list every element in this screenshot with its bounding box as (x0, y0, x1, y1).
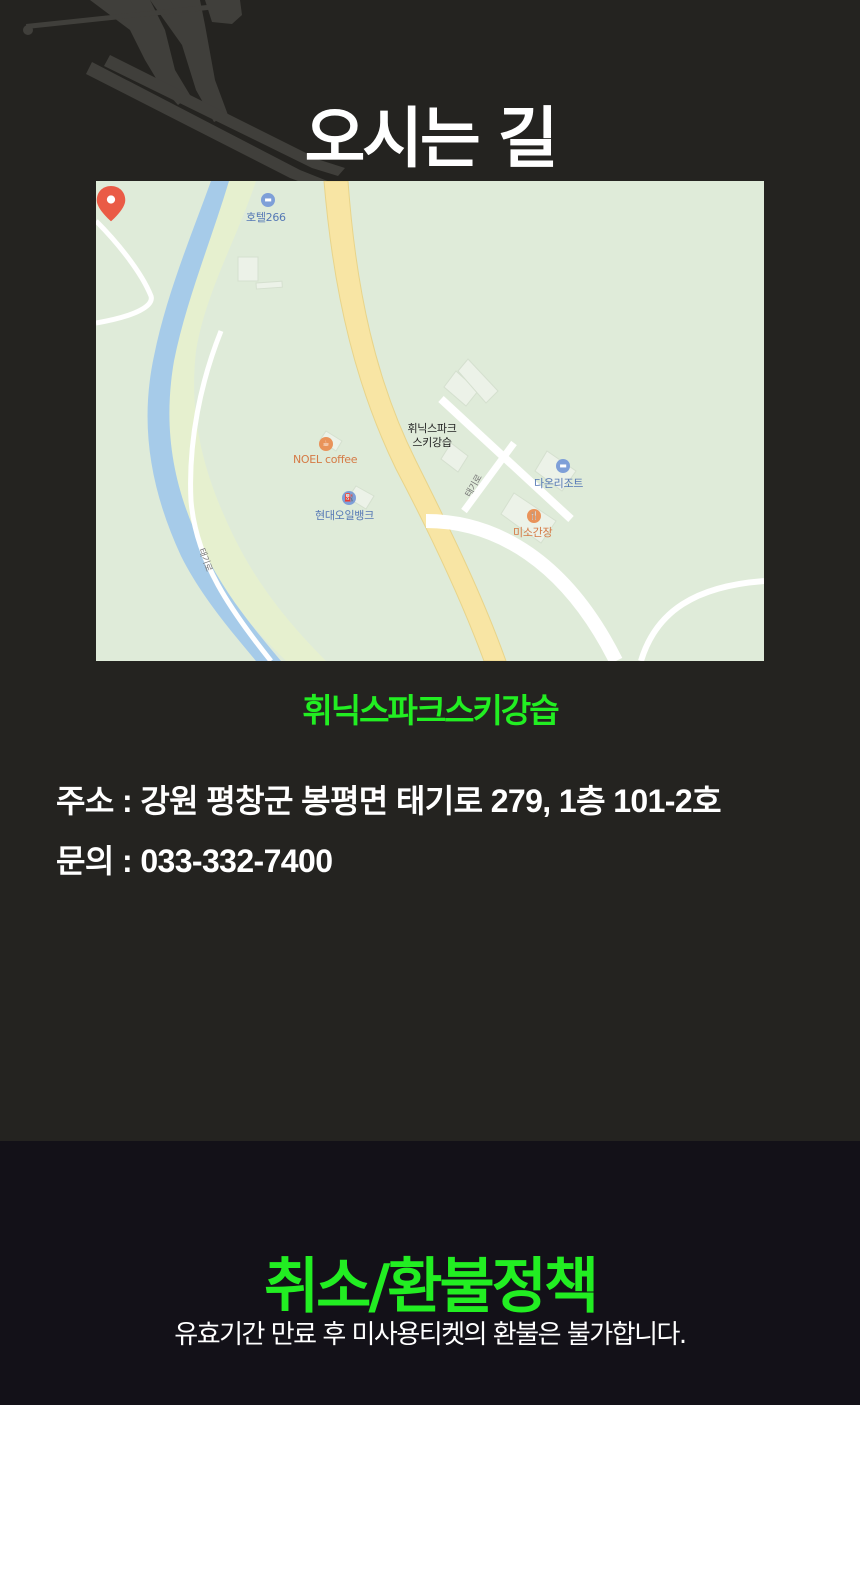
location-pin-icon[interactable] (96, 181, 126, 227)
map-canvas (96, 181, 764, 661)
place-name: 휘닉스파크스키강습 (302, 691, 559, 730)
page: 오시는 길 ▬ 호텔266 ☕ NOEL coffee ⛽ 현대오일뱅크 ▬ 다… (0, 0, 860, 1589)
map-pin-label-line2: 스키강습 (412, 436, 452, 449)
cafe-icon[interactable]: ☕ (319, 437, 333, 451)
map-label-hotel[interactable]: 호텔266 (246, 209, 286, 225)
map-label-miso[interactable]: 미소간장 (513, 524, 553, 540)
restaurant-icon[interactable]: 🍴 (527, 509, 541, 523)
address-text: 주소 : 강원 평창군 봉평면 태기로 279, 1층 101-2호 (56, 783, 722, 819)
refund-policy-section: 취소/환불정책 유효기간 만료 후 미사용티켓의 환불은 불가합니다. (0, 1141, 860, 1405)
lodging-icon[interactable]: ▬ (556, 459, 570, 473)
map-label-noel-coffee[interactable]: NOEL coffee (293, 453, 358, 466)
directions-section: 오시는 길 ▬ 호텔266 ☕ NOEL coffee ⛽ 현대오일뱅크 ▬ 다… (0, 0, 860, 1141)
location-map[interactable]: ▬ 호텔266 ☕ NOEL coffee ⛽ 현대오일뱅크 ▬ 다온리조트 🍴… (96, 181, 764, 661)
map-label-oilbank[interactable]: 현대오일뱅크 (315, 507, 374, 523)
map-pin-label[interactable]: 휘닉스파크 스키강습 (394, 422, 470, 450)
gas-station-icon[interactable]: ⛽ (342, 491, 356, 505)
map-pin-label-line1: 휘닉스파크 (407, 422, 457, 435)
hotel-icon[interactable]: ▬ (261, 193, 275, 207)
map-label-daon-resort[interactable]: 다온리조트 (534, 475, 583, 491)
bottom-spacer (0, 1405, 860, 1589)
phone-text: 문의 : 033-332-7400 (56, 843, 333, 879)
refund-policy-text: 유효기간 만료 후 미사용티켓의 환불은 불가합니다. (174, 1320, 687, 1350)
directions-title: 오시는 길 (304, 100, 559, 178)
